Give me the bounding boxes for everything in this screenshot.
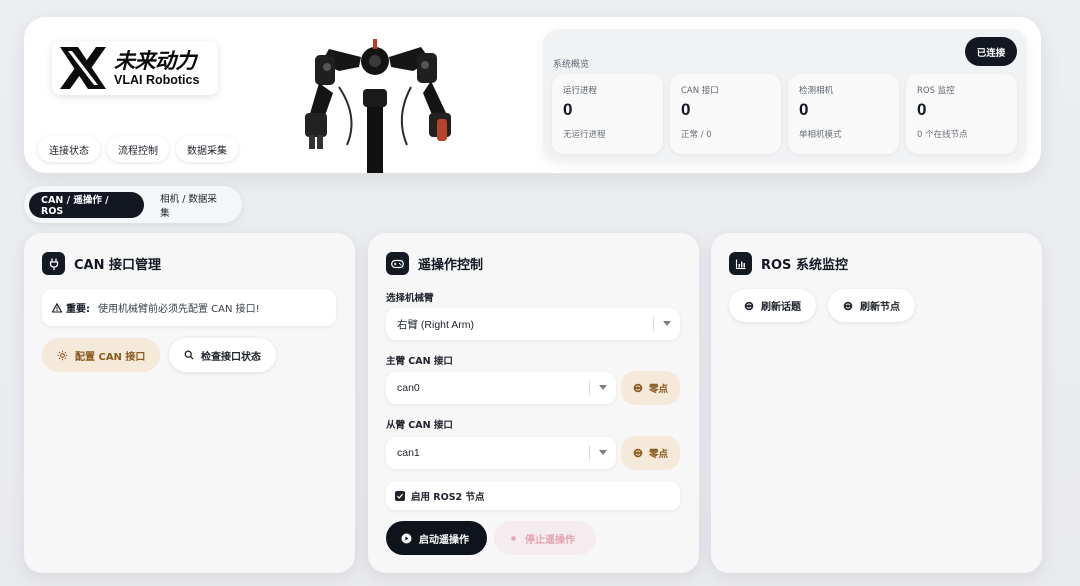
arm-select-value: 右臂 (Right Arm) — [397, 318, 475, 331]
refresh-icon — [633, 383, 643, 393]
slave-can-value: can1 — [397, 447, 420, 459]
stat-label: CAN 接口 — [681, 86, 719, 96]
brand-logo: 未来动力 VLAI Robotics — [52, 41, 218, 95]
refresh-nodes-label: 刷新节点 — [860, 302, 900, 313]
stat-label: 运行进程 — [563, 86, 598, 96]
stat-value: 0 — [681, 100, 691, 119]
stat-label: 检测相机 — [799, 86, 834, 96]
robot-arm-image — [305, 39, 451, 173]
check-interface-label: 检查接口状态 — [201, 351, 261, 363]
start-teleop-button[interactable]: 启动遥操作 — [386, 521, 487, 555]
stat-label: ROS 监控 — [917, 86, 955, 96]
stat-card-processes: 运行进程 0 无运行进程 — [552, 74, 663, 154]
can-panel: CAN 接口管理 重要: 使用机械臂前必须先配置 CAN 接口! 配置 CAN … — [24, 233, 355, 573]
master-can-value: can0 — [397, 382, 420, 394]
refresh-nodes-button[interactable]: 刷新节点 — [828, 289, 915, 322]
nav-flow-control[interactable]: 流程控制 — [107, 136, 169, 162]
stat-value: 0 — [799, 100, 809, 119]
chevron-down-icon — [599, 450, 607, 455]
brand-name-en: VLAI Robotics — [114, 72, 200, 87]
configure-can-label: 配置 CAN 接口 — [75, 351, 146, 363]
can-notice: 重要: 使用机械臂前必须先配置 CAN 接口! — [42, 289, 336, 326]
start-teleop-label: 启动遥操作 — [419, 534, 469, 546]
main-tab-bar: CAN / 遥操作 / ROS 相机 / 数据采集 — [24, 186, 242, 223]
refresh-topics-button[interactable]: 刷新话题 — [729, 289, 816, 322]
refresh-icon — [843, 301, 853, 310]
notice-strong: 重要: — [66, 304, 90, 315]
logo-x-icon — [60, 47, 106, 89]
arm-select-label: 选择机械臂 — [386, 293, 434, 304]
overview-title: 系统概览 — [553, 60, 590, 70]
panel-title: ROS 系统监控 — [761, 258, 848, 273]
stat-sub: 无运行进程 — [563, 130, 606, 140]
check-icon[interactable] — [395, 491, 405, 501]
ros2-checkbox-label: 启用 ROS2 节点 — [411, 492, 485, 503]
search-icon — [184, 350, 194, 360]
system-overview: 系统概览 已连接 运行进程 0 无运行进程 CAN 接口 0 正常 / 0 检测… — [543, 29, 1027, 161]
refresh-icon — [633, 448, 643, 458]
slave-zero-label: 零点 — [648, 449, 668, 460]
gamepad-icon — [386, 252, 409, 275]
slave-zero-button[interactable]: 零点 — [621, 436, 680, 470]
chevron-down-icon — [599, 385, 607, 390]
stop-teleop-button[interactable]: 停止遥操作 — [494, 521, 596, 555]
stat-value: 0 — [563, 100, 573, 119]
configure-can-button[interactable]: 配置 CAN 接口 — [42, 338, 161, 372]
gear-icon — [57, 350, 68, 360]
slave-can-label: 从臂 CAN 接口 — [386, 420, 453, 431]
teleop-panel: 遥操作控制 选择机械臂 右臂 (Right Arm) 主臂 CAN 接口 can… — [368, 233, 699, 573]
plug-icon — [42, 252, 65, 275]
master-zero-label: 零点 — [648, 384, 668, 395]
master-can-select[interactable]: can0 — [386, 372, 616, 404]
panel-title: CAN 接口管理 — [74, 258, 162, 273]
ros-panel: ROS 系统监控 刷新话题 刷新节点 — [711, 233, 1042, 573]
connected-status-button[interactable]: 已连接 — [965, 37, 1017, 66]
stat-sub: 单相机模式 — [799, 130, 842, 140]
master-zero-button[interactable]: 零点 — [621, 371, 680, 405]
refresh-icon — [744, 301, 754, 310]
stat-sub: 正常 / 0 — [681, 130, 712, 140]
slave-can-select[interactable]: can1 — [386, 437, 616, 469]
tab-can-teleop-ros[interactable]: CAN / 遥操作 / ROS — [29, 191, 145, 218]
stat-card-can: CAN 接口 0 正常 / 0 — [670, 74, 781, 154]
nav-data-collection[interactable]: 数据采集 — [176, 136, 238, 162]
stat-card-cameras: 检测相机 0 单相机模式 — [788, 74, 899, 154]
stop-teleop-label: 停止遥操作 — [525, 534, 575, 546]
chart-icon — [729, 252, 752, 275]
stat-sub: 0 个在线节点 — [917, 130, 968, 140]
refresh-topics-label: 刷新话题 — [761, 302, 801, 313]
check-interface-button[interactable]: 检查接口状态 — [169, 338, 276, 372]
nav-connection-status[interactable]: 连接状态 — [38, 136, 100, 162]
master-can-label: 主臂 CAN 接口 — [386, 356, 453, 367]
tab-camera-data[interactable]: 相机 / 数据采集 — [148, 192, 237, 219]
stat-value: 0 — [917, 100, 927, 119]
chevron-down-icon — [663, 321, 671, 326]
ros2-checkbox-row[interactable]: 启用 ROS2 节点 — [386, 482, 680, 510]
stat-card-ros: ROS 监控 0 0 个在线节点 — [906, 74, 1017, 154]
play-icon — [401, 533, 412, 543]
stop-icon — [511, 536, 516, 540]
arm-select[interactable]: 右臂 (Right Arm) — [386, 308, 680, 340]
warning-icon — [52, 302, 62, 313]
hero-nav: 连接状态 流程控制 数据采集 — [38, 136, 238, 162]
notice-text: 使用机械臂前必须先配置 CAN 接口! — [98, 304, 260, 315]
panel-title: 遥操作控制 — [418, 258, 484, 273]
hero-header: 未来动力 VLAI Robotics 连接状态 流程控制 数据采集 系统概览 已… — [24, 17, 1041, 173]
brand-name-cn: 未来动力 — [114, 48, 197, 73]
